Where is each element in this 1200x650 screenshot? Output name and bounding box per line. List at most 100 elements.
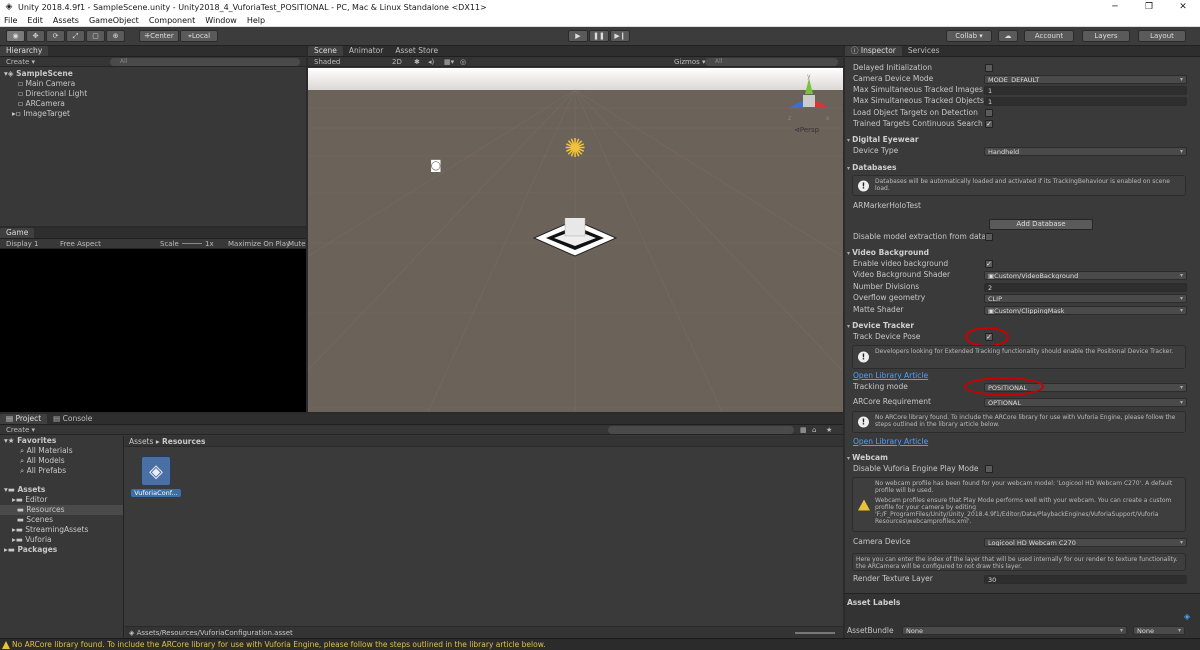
section-databases[interactable]: Databases [847,163,1190,173]
favorites-folder[interactable]: ▾★ Favorites [0,436,123,446]
scene-root[interactable]: ▾◈ SampleScene [4,69,306,79]
tab-project[interactable]: ▤ Project [0,414,48,424]
section-device-tracker[interactable]: Device Tracker [847,321,1190,331]
aspect-dropdown[interactable]: Free Aspect [60,239,101,249]
cloud-icon[interactable]: ☁ [998,30,1018,42]
section-webcam[interactable]: Webcam [847,453,1190,463]
camera-device-mode-dropdown[interactable]: MODE_DEFAULT [984,75,1187,84]
breadcrumb-assets[interactable]: Assets [129,437,153,446]
move-tool-icon[interactable]: ✥ [26,30,45,42]
section-video-background[interactable]: Video Background [847,248,1190,258]
overflow-geom-dropdown[interactable]: CLIP [984,294,1187,303]
lighting-toggle-icon[interactable]: ✱ [414,57,420,67]
hierarchy-item-imagetarget[interactable]: ▸▫ ImageTarget [4,109,306,119]
minimize-button[interactable]: ─ [1098,0,1132,14]
folder-resources[interactable]: ▬ Resources [0,505,123,515]
open-library-article-link-2[interactable]: Open Library Article [853,437,928,447]
menu-file[interactable]: File [4,16,17,25]
shading-dropdown[interactable]: Shaded [314,57,340,67]
hierarchy-item-main-camera[interactable]: ▫ Main Camera [4,79,306,89]
favorite-star-icon[interactable]: ★ [826,425,832,435]
disable-play-mode-checkbox[interactable] [985,465,993,473]
menu-edit[interactable]: Edit [27,16,43,25]
max-objects-input[interactable]: 1 [984,97,1187,106]
hand-tool-icon[interactable]: ◉ [6,30,25,42]
disable-extraction-checkbox[interactable] [985,233,993,241]
account-dropdown[interactable]: Account [1024,30,1074,42]
layout-dropdown[interactable]: Layout [1138,30,1186,42]
hierarchy-item-arcamera[interactable]: ▫ ARCamera [4,99,306,109]
collab-button[interactable]: Collab ▾ [946,30,992,42]
delayed-init-checkbox[interactable] [985,64,993,72]
status-bar[interactable]: No ARCore library found. To include the … [0,638,1200,650]
menu-help[interactable]: Help [247,16,265,25]
hierarchy-search-input[interactable]: All [110,58,300,66]
render-layer-input[interactable]: 30 [984,575,1187,584]
video-bg-shader-field[interactable]: ▣Custom/VideoBackground [984,271,1187,280]
icon-size-slider[interactable] [795,632,835,634]
filter-type-icon[interactable]: ▦ [800,425,807,435]
tab-hierarchy[interactable]: Hierarchy [0,46,49,56]
camera-gizmo-icon[interactable]: ◙ [430,158,442,172]
close-button[interactable]: ✕ [1166,0,1200,14]
tab-asset-store[interactable]: Asset Store [389,46,444,56]
enable-video-bg-checkbox[interactable]: ✓ [985,260,993,268]
assets-folder[interactable]: ▾▬ Assets [0,485,123,495]
effects-toggle-icon[interactable]: ▦▾ [444,57,454,67]
tab-scene[interactable]: Scene [308,46,343,56]
gizmos-dropdown[interactable]: Gizmos ▾ [674,57,706,67]
display-dropdown[interactable]: Display 1 [6,239,38,249]
asset-vuforia-configuration[interactable]: ◈ VuforiaConf... [131,456,181,497]
orientation-gizmo[interactable]: y x z [784,74,834,128]
filter-label-icon[interactable]: ⌂ [812,425,816,435]
fav-all-materials[interactable]: ⌕ All Materials [0,446,123,456]
tab-animator[interactable]: Animator [343,46,389,56]
pivot-center-button[interactable]: ⁜Center [139,30,179,42]
mute-toggle[interactable]: Mute [288,239,306,249]
folder-editor[interactable]: ▸▬ Editor [0,495,123,505]
folder-vuforia[interactable]: ▸▬ Vuforia [0,535,123,545]
scene-viewport[interactable]: ✺ ◙ y x z ⊲Persp [308,68,843,412]
hierarchy-create-button[interactable]: Create ▾ [6,57,35,67]
directional-light-icon[interactable]: ✺ [560,134,590,164]
menu-gameobject[interactable]: GameObject [89,16,139,25]
asset-variant-dropdown[interactable]: None [1133,626,1185,635]
pivot-local-button[interactable]: ⌖Local [180,30,218,42]
arcore-req-dropdown[interactable]: OPTIONAL [984,398,1187,407]
maximize-on-play-toggle[interactable]: Maximize On Play [228,239,290,249]
imagetarget-gizmo[interactable] [532,218,618,258]
pause-button[interactable]: ❚❚ [589,30,609,42]
scale-tool-icon[interactable]: ⤢ [66,30,85,42]
breadcrumb-resources[interactable]: Resources [162,437,206,446]
2d-toggle[interactable]: 2D [392,57,402,67]
fav-all-prefabs[interactable]: ⌕ All Prefabs [0,466,123,476]
project-create-button[interactable]: Create ▾ [6,425,35,435]
section-digital-eyewear[interactable]: Digital Eyewear [847,135,1190,145]
label-tag-icon[interactable]: ◈ [1184,612,1190,621]
packages-folder[interactable]: ▸▬ Packages [0,545,123,555]
folder-scenes[interactable]: ▬ Scenes [0,515,123,525]
audio-toggle-icon[interactable]: ◂) [428,57,434,67]
add-database-button[interactable]: Add Database [989,219,1093,230]
menu-component[interactable]: Component [149,16,195,25]
menu-window[interactable]: Window [205,16,237,25]
open-library-article-link[interactable]: Open Library Article [853,371,928,381]
project-search-input[interactable] [608,426,794,434]
maximize-button[interactable]: ❐ [1132,0,1166,14]
menu-assets[interactable]: Assets [53,16,79,25]
rect-tool-icon[interactable]: ▢ [86,30,105,42]
num-divisions-input[interactable]: 2 [984,283,1187,292]
folder-streamingassets[interactable]: ▸▬ StreamingAssets [0,525,123,535]
tab-services[interactable]: Services [902,46,946,56]
step-button[interactable]: ▶❙ [610,30,630,42]
scene-search-input[interactable]: All [705,58,838,66]
tab-console[interactable]: ▤ Console [47,414,98,424]
matte-shader-field[interactable]: ▣Custom/ClippingMask [984,306,1187,315]
fav-all-models[interactable]: ⌕ All Models [0,456,123,466]
max-images-input[interactable]: 1 [984,86,1187,95]
device-type-dropdown[interactable]: Handheld [984,147,1187,156]
asset-bundle-dropdown[interactable]: None [902,626,1127,635]
tab-game[interactable]: Game [0,228,35,238]
load-object-checkbox[interactable] [985,109,993,117]
rotate-tool-icon[interactable]: ⟳ [46,30,65,42]
